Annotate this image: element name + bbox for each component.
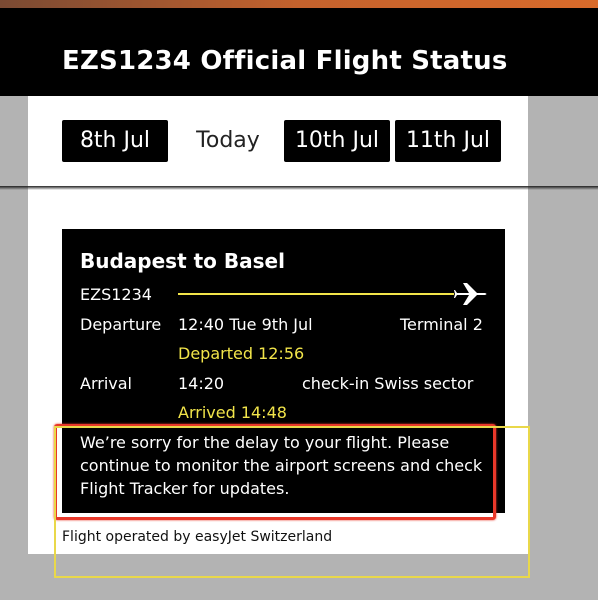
date-tab-10th-jul[interactable]: 10th Jul (284, 120, 390, 162)
brand-stripe (0, 0, 598, 8)
date-selector: 8th Jul Today 10th Jul 11th Jul (0, 96, 598, 188)
flight-number: EZS1234 (80, 285, 152, 304)
arrival-label: Arrival (80, 374, 132, 393)
date-tab-today[interactable]: Today (178, 120, 278, 162)
arrival-checkin: check-in Swiss sector (302, 374, 474, 393)
departure-terminal: Terminal 2 (400, 315, 483, 334)
departure-time: 12:40 Tue 9th Jul (178, 315, 313, 334)
date-tab-11th-jul[interactable]: 11th Jul (395, 120, 501, 162)
departure-status: Departed 12:56 (178, 344, 305, 363)
header-bar: EZS1234 Official Flight Status (0, 8, 598, 96)
flight-progress-line (178, 293, 454, 295)
route-title: Budapest to Basel (80, 249, 285, 273)
arrival-time: 14:20 (178, 374, 225, 393)
arrival-status: Arrived 14:48 (178, 403, 287, 422)
page-title: EZS1234 Official Flight Status (62, 46, 508, 76)
operator-note: Flight operated by easyJet Switzerland (62, 529, 333, 545)
date-tab-8th-jul[interactable]: 8th Jul (62, 120, 168, 162)
header-divider (0, 186, 598, 190)
departure-label: Departure (80, 315, 162, 334)
airplane-icon (454, 283, 487, 305)
highlight-box-yellow (54, 426, 530, 578)
